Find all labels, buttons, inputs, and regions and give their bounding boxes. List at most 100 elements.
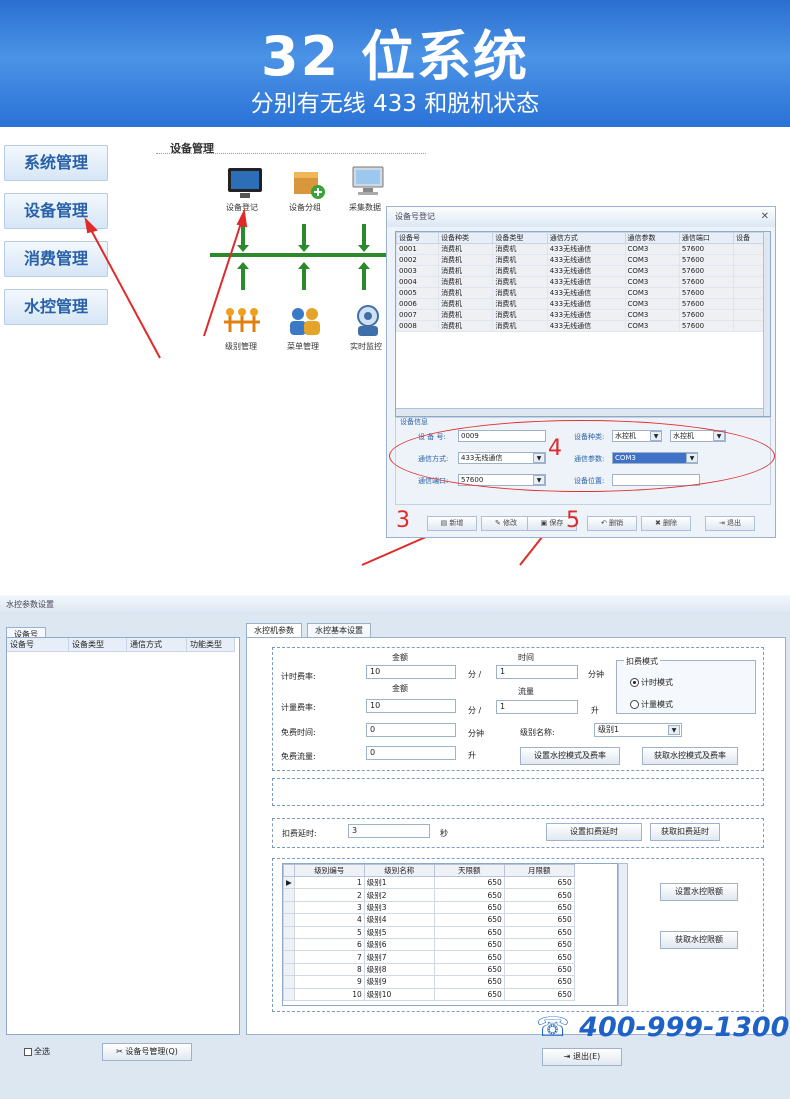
- table-cell: 650: [503, 875, 575, 890]
- table-row[interactable]: 5 级别5 650 650: [283, 925, 575, 939]
- phone-number-text: 400-999-1300: [579, 1012, 790, 1043]
- select-all-checkbox[interactable]: [24, 1048, 32, 1056]
- flow-rate-money-input[interactable]: 10: [366, 699, 456, 713]
- table-cell: 57600: [678, 287, 735, 299]
- level-scrollbar[interactable]: [618, 863, 628, 1006]
- table-cell: 650: [433, 962, 505, 977]
- row-selector[interactable]: [283, 975, 295, 989]
- vertical-scrollbar[interactable]: [763, 232, 770, 416]
- grid-header: 通信端口: [678, 232, 735, 244]
- table-row[interactable]: 0003 消费机 消费机 433无线通信 COM3 57600: [396, 265, 764, 277]
- table-cell: 650: [503, 913, 575, 927]
- time-mode-radio[interactable]: [630, 678, 639, 687]
- table-cell: 消费机: [438, 276, 494, 288]
- table-cell: 650: [503, 950, 575, 964]
- cancel-button-label: 删销: [609, 519, 624, 527]
- chevron-down-icon[interactable]: ▼: [668, 725, 680, 735]
- row-selector[interactable]: [283, 937, 295, 952]
- table-row[interactable]: 0002 消费机 消费机 433无线通信 COM3 57600: [396, 254, 764, 266]
- edit-button[interactable]: ✎ 修改: [481, 516, 531, 531]
- add-button-label: 新增: [449, 519, 464, 527]
- table-cell: 0005: [396, 287, 440, 299]
- table-cell: 650: [433, 913, 505, 927]
- table-cell: 级别5: [363, 925, 435, 939]
- table-cell: [733, 265, 764, 277]
- flow-mode-radio[interactable]: [630, 700, 639, 709]
- set-water-mode-rate-button[interactable]: 设置水控模式及费率: [520, 747, 620, 765]
- grid-header: 通信方式: [546, 232, 626, 244]
- row-selector[interactable]: [283, 925, 295, 939]
- table-cell: 9: [293, 975, 365, 989]
- table-row[interactable]: 0001 消费机 消费机 433无线通信 COM3 57600: [396, 243, 764, 255]
- row-selector[interactable]: [283, 950, 295, 964]
- table-row[interactable]: 8 级别8 650 650: [283, 962, 575, 977]
- cancel-button[interactable]: ↶ 删销: [587, 516, 637, 531]
- tab-water-params[interactable]: 水控机参数: [246, 623, 302, 638]
- set-water-limit-button[interactable]: 设置水控限额: [660, 883, 738, 901]
- dialog-title: 设备号登记: [387, 207, 775, 227]
- horizontal-scrollbar[interactable]: [396, 408, 763, 416]
- delete-button[interactable]: ✖ 删除: [641, 516, 691, 531]
- row-selector[interactable]: [283, 913, 295, 927]
- select-all-label: 全选: [34, 1047, 50, 1056]
- liter-unit: 升: [591, 706, 599, 715]
- grid-header: 设备: [733, 232, 764, 244]
- table-cell: COM3: [624, 320, 680, 332]
- table-row[interactable]: 4 级别4 650 650: [283, 913, 575, 927]
- table-cell: 0008: [396, 320, 440, 332]
- exit-button-label: 退出: [727, 519, 742, 527]
- exit-button[interactable]: ⇥ 退出(E): [542, 1048, 622, 1066]
- table-row[interactable]: 0007 消费机 消费机 433无线通信 COM3 57600: [396, 309, 764, 321]
- row-selector[interactable]: [283, 987, 295, 1001]
- table-row[interactable]: 10 级别10 650 650: [283, 987, 575, 1001]
- table-row[interactable]: 0004 消费机 消费机 433无线通信 COM3 57600: [396, 276, 764, 288]
- free-time-label: 免费时间:: [281, 728, 316, 737]
- time-div-label: 分 /: [468, 670, 482, 679]
- get-delay-button[interactable]: 获取扣费延时: [650, 823, 720, 841]
- flow-rate-liters-input[interactable]: 1: [496, 700, 578, 714]
- free-time-input[interactable]: 0: [366, 723, 456, 737]
- table-cell: 4: [293, 913, 365, 927]
- add-button[interactable]: ▤ 新增: [427, 516, 477, 531]
- phone-number: ☏ 400-999-1300: [536, 1012, 789, 1043]
- get-water-mode-rate-button[interactable]: 获取水控模式及费率: [642, 747, 738, 765]
- step-marker-5: 5: [566, 508, 580, 533]
- table-cell: 级别3: [363, 900, 435, 915]
- time-rate-money-input[interactable]: 10: [366, 665, 456, 679]
- close-icon[interactable]: ✕: [761, 211, 769, 222]
- table-row[interactable]: 6 级别6 650 650: [283, 937, 575, 952]
- nav-system-management[interactable]: 系统管理: [4, 145, 108, 181]
- device-table: 设备号 设备种类 设备类型 通信方式 通信参数 通信端口 设备 0001 消费机 消费机 433无…: [396, 232, 764, 332]
- row-selector[interactable]: [283, 888, 295, 902]
- table-cell: 消费机: [438, 254, 494, 266]
- table-cell: COM3: [624, 298, 680, 310]
- table-row[interactable]: 3 级别3 650 650: [283, 900, 575, 915]
- table-row[interactable]: 0008 消费机 消费机 433无线通信 COM3 57600: [396, 320, 764, 332]
- table-row[interactable]: 2 级别2 650 650: [283, 888, 575, 902]
- table-row[interactable]: 7 级别7 650 650: [283, 950, 575, 964]
- row-selector[interactable]: ▶: [283, 875, 295, 890]
- table-cell: COM3: [624, 265, 680, 277]
- table-cell: 650: [503, 900, 575, 915]
- free-flow-label: 免费流量:: [281, 752, 316, 761]
- delay-input[interactable]: 3: [348, 824, 430, 838]
- get-water-limit-button[interactable]: 获取水控限额: [660, 931, 738, 949]
- time-rate-minutes-input[interactable]: 1: [496, 665, 578, 679]
- table-row[interactable]: 0006 消费机 消费机 433无线通信 COM3 57600: [396, 298, 764, 310]
- col-function-type: 功能类型: [187, 638, 235, 652]
- table-row[interactable]: 9 级别9 650 650: [283, 975, 575, 989]
- tab-water-basic-settings[interactable]: 水控基本设置: [307, 623, 371, 638]
- table-row[interactable]: ▶ 1 级别1 650 650: [283, 875, 575, 890]
- col-device-no: 设备号: [7, 638, 69, 652]
- exit-button[interactable]: ⇥ 退出: [705, 516, 755, 531]
- device-no-management-button[interactable]: ✂ 设备号管理(Q): [102, 1043, 192, 1061]
- table-row[interactable]: 0005 消费机 消费机 433无线通信 COM3 57600: [396, 287, 764, 299]
- free-flow-input[interactable]: 0: [366, 746, 456, 760]
- flow-div-label: 分 /: [468, 706, 482, 715]
- banner-title: 32 位系统: [261, 25, 529, 88]
- row-selector[interactable]: [283, 900, 295, 915]
- step-marker-3: 3: [396, 508, 410, 533]
- set-delay-button[interactable]: 设置扣费延时: [546, 823, 642, 841]
- row-selector[interactable]: [283, 962, 295, 977]
- flow-title-divider: [156, 153, 426, 154]
